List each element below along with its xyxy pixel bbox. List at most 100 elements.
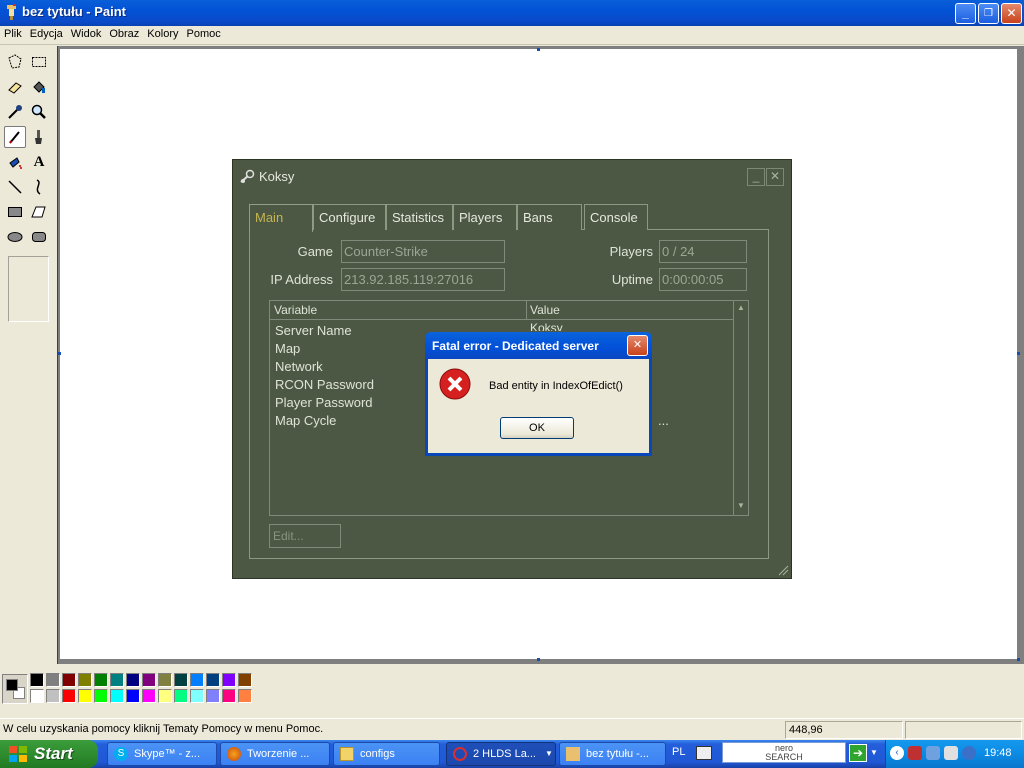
- column-divider[interactable]: [526, 301, 527, 319]
- text-tool-icon[interactable]: A: [28, 151, 50, 173]
- menu-kolory[interactable]: Kolory: [143, 26, 182, 42]
- menu-edycja[interactable]: Edycja: [26, 26, 67, 42]
- color-swatch[interactable]: [222, 673, 236, 687]
- color-swatch[interactable]: [110, 673, 124, 687]
- color-swatch[interactable]: [238, 673, 252, 687]
- color-swatch[interactable]: [190, 689, 204, 703]
- color-swatch[interactable]: [46, 689, 60, 703]
- resize-handle-corner[interactable]: [1017, 658, 1020, 661]
- title-bar[interactable]: bez tytułu - Paint _ ❐ ✕: [0, 0, 1024, 26]
- task-hlds-group[interactable]: 2 HLDS La... ▼: [446, 742, 556, 766]
- rounded-rect-icon[interactable]: [28, 226, 50, 248]
- color-picker-icon[interactable]: [4, 101, 26, 123]
- color-swatch[interactable]: [206, 689, 220, 703]
- tray-app-icon[interactable]: [908, 746, 922, 760]
- color-swatch[interactable]: [78, 673, 92, 687]
- players-field[interactable]: 0 / 24: [659, 240, 747, 263]
- menu-plik[interactable]: Plik: [0, 26, 26, 42]
- server-name-value[interactable]: Koksy: [530, 321, 563, 331]
- language-indicator[interactable]: PL: [672, 746, 685, 758]
- color-swatch[interactable]: [158, 689, 172, 703]
- curve-icon[interactable]: [28, 176, 50, 198]
- magnifier-icon[interactable]: [28, 101, 50, 123]
- resize-handle-right[interactable]: [1017, 352, 1020, 355]
- menu-pomoc[interactable]: Pomoc: [182, 26, 224, 42]
- eraser-icon[interactable]: [4, 76, 26, 98]
- color-swatch[interactable]: [126, 673, 140, 687]
- tab-main[interactable]: Main: [249, 204, 313, 232]
- color-swatch[interactable]: [110, 689, 124, 703]
- go-arrow-icon[interactable]: ➔: [849, 744, 867, 762]
- color-swatch[interactable]: [190, 673, 204, 687]
- ok-button[interactable]: OK: [500, 417, 574, 439]
- color-swatch[interactable]: [174, 689, 188, 703]
- line-icon[interactable]: [4, 176, 26, 198]
- tab-console[interactable]: Console: [584, 204, 648, 230]
- color-swatch[interactable]: [62, 689, 76, 703]
- list-item[interactable]: Server Name: [275, 323, 352, 338]
- network-icon[interactable]: [926, 746, 940, 760]
- tool-options-box[interactable]: [8, 256, 49, 322]
- column-header-variable[interactable]: Variable: [274, 303, 317, 317]
- clock[interactable]: 19:48: [984, 747, 1012, 759]
- ellipse-icon[interactable]: [4, 226, 26, 248]
- menu-obraz[interactable]: Obraz: [105, 26, 143, 42]
- tray-expand-icon[interactable]: ‹: [890, 746, 904, 760]
- map-cycle-value[interactable]: ...: [658, 413, 669, 428]
- tab-configure[interactable]: Configure: [313, 204, 386, 230]
- rectangle-icon[interactable]: [4, 201, 26, 223]
- list-item[interactable]: Map Cycle: [275, 413, 336, 428]
- uptime-field[interactable]: 0:00:00:05: [659, 268, 747, 291]
- fill-bucket-icon[interactable]: [28, 76, 50, 98]
- color-swatch[interactable]: [174, 673, 188, 687]
- airbrush-icon[interactable]: [4, 151, 26, 173]
- color-swatch[interactable]: [94, 673, 108, 687]
- color-swatch[interactable]: [30, 673, 44, 687]
- nero-search-box[interactable]: nero SEARCH: [722, 742, 846, 763]
- ip-address-field[interactable]: 213.92.185.119:27016: [341, 268, 505, 291]
- color-swatch[interactable]: [62, 673, 76, 687]
- list-item[interactable]: RCON Password: [275, 377, 374, 392]
- rect-select-icon[interactable]: [28, 51, 50, 73]
- color-swatch[interactable]: [46, 673, 60, 687]
- color-swatch[interactable]: [30, 689, 44, 703]
- color-swatch[interactable]: [142, 673, 156, 687]
- tray-app-icon-3[interactable]: [962, 746, 976, 760]
- color-swatch[interactable]: [94, 689, 108, 703]
- task-paint[interactable]: bez tytułu -...: [559, 742, 666, 766]
- color-swatch[interactable]: [238, 689, 252, 703]
- resize-handle-bottom[interactable]: [537, 658, 540, 661]
- list-item[interactable]: Player Password: [275, 395, 373, 410]
- color-swatch[interactable]: [78, 689, 92, 703]
- color-swatch[interactable]: [206, 673, 220, 687]
- column-header-value[interactable]: Value: [530, 303, 560, 317]
- polygon-icon[interactable]: [28, 201, 50, 223]
- brush-icon[interactable]: [28, 126, 50, 148]
- start-button[interactable]: Start: [0, 740, 98, 768]
- task-skype[interactable]: S Skype™ - z...: [107, 742, 217, 766]
- current-colors[interactable]: [2, 674, 28, 704]
- task-firefox[interactable]: Tworzenie ...: [220, 742, 330, 766]
- keyboard-icon[interactable]: [696, 746, 712, 760]
- color-swatch[interactable]: [158, 673, 172, 687]
- tray-app-icon-2[interactable]: [944, 746, 958, 760]
- server-close-button[interactable]: ✕: [766, 168, 784, 186]
- scroll-down-arrow-icon[interactable]: ▼: [737, 501, 745, 510]
- resize-grip-icon[interactable]: [777, 564, 789, 576]
- maximize-button[interactable]: ❐: [978, 3, 999, 24]
- game-field[interactable]: Counter-Strike: [341, 240, 505, 263]
- minimize-button[interactable]: _: [955, 3, 976, 24]
- tab-statistics[interactable]: Statistics: [386, 204, 453, 230]
- task-configs[interactable]: configs: [333, 742, 440, 766]
- scroll-up-arrow-icon[interactable]: ▲: [737, 303, 745, 312]
- foreground-color-swatch[interactable]: [6, 679, 18, 691]
- free-select-icon[interactable]: [4, 51, 26, 73]
- pencil-icon[interactable]: [4, 126, 26, 148]
- color-swatch[interactable]: [222, 689, 236, 703]
- server-minimize-button[interactable]: _: [747, 168, 765, 186]
- list-item[interactable]: Map: [275, 341, 300, 356]
- tab-players[interactable]: Players: [453, 204, 517, 230]
- color-swatch[interactable]: [126, 689, 140, 703]
- tab-bans[interactable]: Bans: [517, 204, 582, 230]
- edit-button[interactable]: Edit...: [269, 524, 341, 548]
